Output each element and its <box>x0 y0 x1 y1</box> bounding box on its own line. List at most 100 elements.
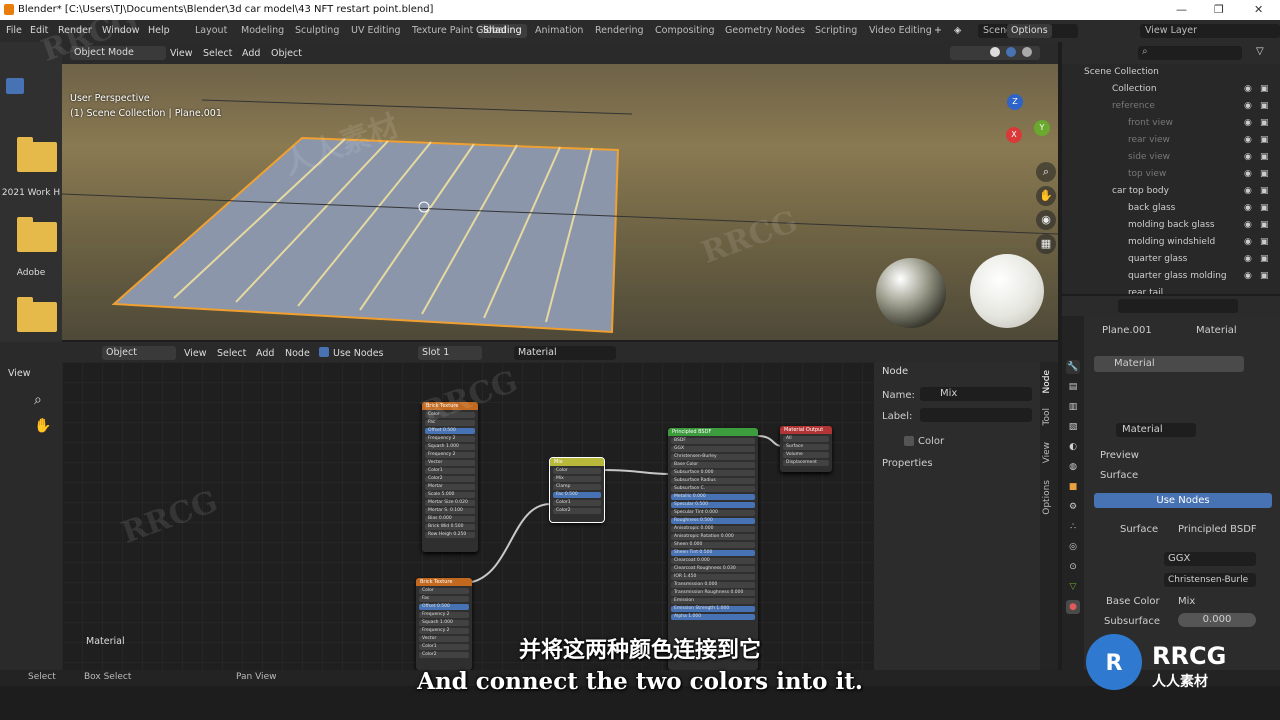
tool-tab-icon[interactable]: 🔧 <box>1066 360 1080 374</box>
gizmo-x-axis[interactable]: X <box>1006 127 1022 143</box>
eye-icon[interactable]: ◉ <box>1244 132 1252 148</box>
outliner-row[interactable]: rear view ◉ ▣ <box>1062 132 1280 148</box>
menu-file[interactable]: File <box>6 25 22 36</box>
color-checkbox[interactable] <box>904 436 914 446</box>
maximize-icon[interactable]: ❐ <box>1214 3 1224 16</box>
select-tool-icon[interactable] <box>6 78 24 94</box>
tab-scripting[interactable]: Scripting <box>810 24 862 38</box>
folder-icon[interactable] <box>17 137 57 172</box>
tab-tool[interactable]: Tool <box>1042 408 1052 425</box>
minimize-icon[interactable]: — <box>1176 3 1187 16</box>
node-socket[interactable]: Color <box>553 468 601 474</box>
scene-icon[interactable]: ◈ <box>954 25 961 36</box>
add-workspace-icon[interactable]: + <box>934 25 942 36</box>
eye-icon[interactable]: ◉ <box>1244 200 1252 216</box>
tab-rendering[interactable]: Rendering <box>590 24 649 38</box>
outliner-row[interactable]: car top body ◉ ▣ <box>1062 183 1280 199</box>
node-field[interactable]: Specular 0.500 <box>671 502 755 508</box>
eye-icon[interactable]: ◉ <box>1244 149 1252 165</box>
tab-animation[interactable]: Animation <box>530 24 588 38</box>
viewport-menu-add[interactable]: Add <box>242 48 260 59</box>
node-field[interactable]: Squash 1.000 <box>425 444 475 450</box>
node-dropdown[interactable]: All <box>783 436 829 442</box>
node-socket[interactable]: Vector <box>425 460 475 466</box>
camera-icon[interactable]: ▣ <box>1260 251 1269 267</box>
tab-view[interactable]: View <box>1042 442 1052 463</box>
eye-icon[interactable]: ◉ <box>1244 183 1252 199</box>
node-field[interactable]: Roughness 0.500 <box>671 518 755 524</box>
close-icon[interactable]: ✕ <box>1254 3 1263 16</box>
tab-options[interactable]: Options <box>1042 480 1052 515</box>
camera-icon[interactable]: ▣ <box>1260 149 1269 165</box>
camera-icon[interactable]: ▣ <box>1260 115 1269 131</box>
eye-icon[interactable]: ◉ <box>1244 81 1252 97</box>
camera-icon[interactable]: ▣ <box>1260 234 1269 250</box>
particles-tab-icon[interactable]: ∴ <box>1066 520 1080 534</box>
node-socket[interactable]: Color1 <box>553 500 601 506</box>
node-menu-node[interactable]: Node <box>285 348 310 359</box>
node-menu-add[interactable]: Add <box>256 348 274 359</box>
outliner-row[interactable]: quarter glass ◉ ▣ <box>1062 251 1280 267</box>
camera-icon[interactable]: ▣ <box>1260 183 1269 199</box>
camera-icon[interactable]: ▣ <box>1260 268 1269 284</box>
zoom-icon[interactable]: ⌕ <box>1036 162 1056 182</box>
node-dropdown[interactable]: Christensen-Burley <box>671 454 755 460</box>
node-field[interactable]: Subsurface Radius <box>671 478 755 484</box>
eye-icon[interactable]: ◉ <box>1244 217 1252 233</box>
outliner-row[interactable]: quarter glass molding ◉ ▣ <box>1062 268 1280 284</box>
node-socket[interactable]: Mortar <box>425 484 475 490</box>
world-tab-icon[interactable]: ◍ <box>1066 460 1080 474</box>
viewport-menu-object[interactable]: Object <box>271 48 302 59</box>
surface-value[interactable]: Principled BSDF <box>1178 524 1257 535</box>
physics-tab-icon[interactable]: ◎ <box>1066 540 1080 554</box>
filter-icon[interactable]: ▽ <box>1256 46 1264 57</box>
outliner-row[interactable]: side view ◉ ▣ <box>1062 149 1280 165</box>
node-socket[interactable]: Emission <box>671 598 755 604</box>
node-field[interactable]: Transmission 0.000 <box>671 582 755 588</box>
outliner-row[interactable]: Collection ◉ ▣ <box>1062 81 1280 97</box>
scene-tab-icon[interactable]: ◐ <box>1066 440 1080 454</box>
node-name-field[interactable]: Mix <box>920 387 1032 401</box>
options-dropdown[interactable]: Options <box>1007 24 1052 38</box>
camera-icon[interactable]: ◉ <box>1036 210 1056 230</box>
output-tab-icon[interactable]: ▥ <box>1066 400 1080 414</box>
outliner-row[interactable]: molding windshield ◉ ▣ <box>1062 234 1280 250</box>
material-name-field[interactable]: Material <box>1116 423 1196 437</box>
distribution-dropdown[interactable]: GGX <box>1164 552 1256 566</box>
eye-icon[interactable]: ◉ <box>1244 98 1252 114</box>
node-field[interactable]: Alpha 1.000 <box>671 614 755 620</box>
eye-icon[interactable]: ◉ <box>1244 115 1252 131</box>
grid-icon[interactable]: ▦ <box>1036 234 1056 254</box>
mix-node[interactable]: Mix Color Mix Clamp Fac 0.500 Color1 Col… <box>549 457 605 523</box>
material-output-node[interactable]: Material Output All Surface Volume Displ… <box>780 426 832 472</box>
node-dropdown[interactable]: Mix <box>553 476 601 482</box>
node-socket[interactable]: Volume <box>783 452 829 458</box>
node-field[interactable]: Bias 0.000 <box>425 516 475 522</box>
editor-object-dropdown[interactable]: Object <box>102 346 176 360</box>
menu-help[interactable]: Help <box>148 25 170 36</box>
zoom-icon[interactable]: ⌕ <box>34 392 42 408</box>
node-socket[interactable]: Surface <box>783 444 829 450</box>
base-color-value[interactable]: Mix <box>1178 596 1195 607</box>
3d-viewport[interactable]: User Perspective (1) Scene Collection | … <box>62 64 1058 340</box>
use-nodes-button[interactable]: Use Nodes <box>1094 493 1272 508</box>
modifier-tab-icon[interactable]: ⚙ <box>1066 500 1080 514</box>
tab-texture-paint[interactable]: Texture Paint <box>407 24 478 38</box>
solid-shading-icon[interactable] <box>990 47 1000 57</box>
node-field[interactable]: Subsurface 0.000 <box>671 470 755 476</box>
eye-icon[interactable]: ◉ <box>1244 251 1252 267</box>
data-tab-icon[interactable]: ▽ <box>1066 580 1080 594</box>
node-label-field[interactable] <box>920 408 1032 422</box>
node-field[interactable]: Squash 1.000 <box>419 620 469 626</box>
use-nodes-checkbox[interactable] <box>319 347 329 357</box>
tab-video-editing[interactable]: Video Editing <box>864 24 937 38</box>
outliner-row[interactable]: back glass ◉ ▣ <box>1062 200 1280 216</box>
outliner-scene-collection[interactable]: Scene Collection <box>1062 64 1280 80</box>
node-field[interactable]: Frequency 2 <box>425 452 475 458</box>
node-field[interactable]: IOR 1.450 <box>671 574 755 580</box>
material-slot-item[interactable]: Material <box>1094 356 1244 372</box>
tab-modeling[interactable]: Modeling <box>236 24 289 38</box>
folder-icon[interactable] <box>17 217 57 252</box>
outliner-row[interactable]: rear tail <box>1062 285 1280 294</box>
node-section-header[interactable]: Node <box>882 366 908 377</box>
